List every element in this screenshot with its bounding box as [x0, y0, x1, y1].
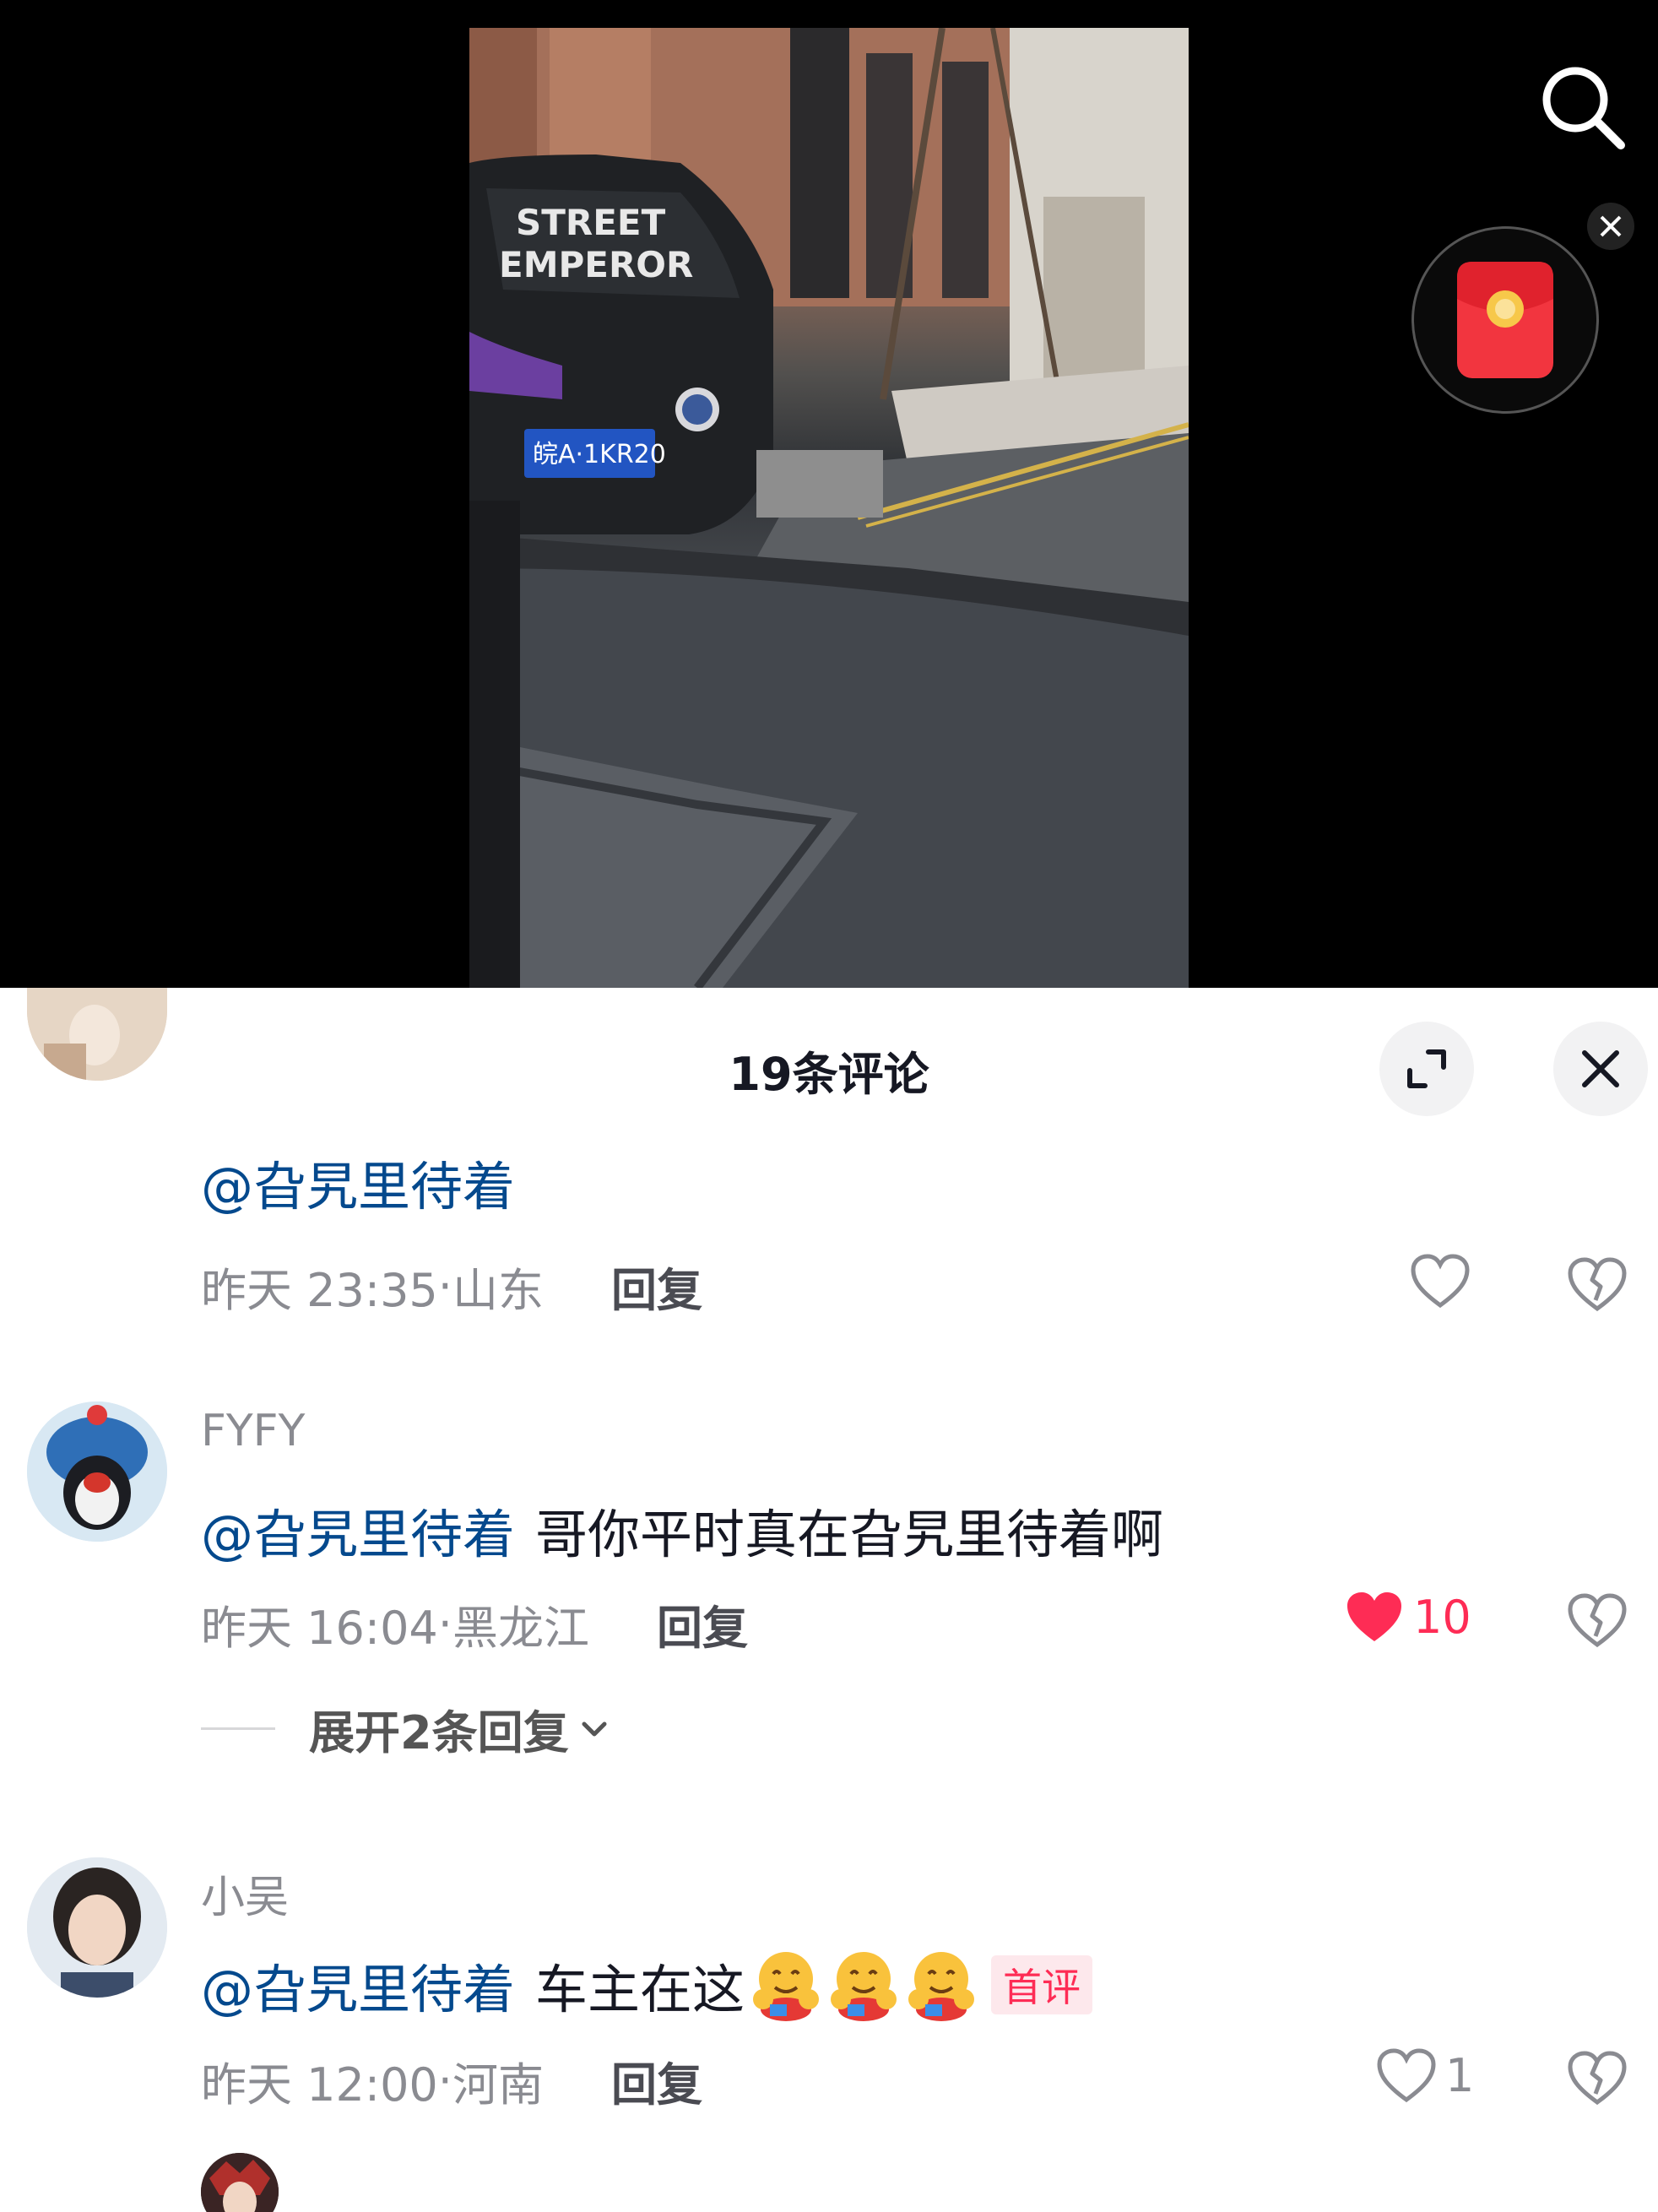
mention-link[interactable]: @旮旯里待着: [201, 1947, 515, 2023]
close-icon: [1582, 1050, 1619, 1087]
dislike-button[interactable]: [1567, 2047, 1628, 2107]
close-panel-button[interactable]: [1553, 1022, 1648, 1116]
avatar-image: [27, 1857, 167, 1998]
reply-button[interactable]: 回复: [611, 1253, 702, 1320]
video-frame[interactable]: STREET EMPEROR 皖A·1KR20: [469, 28, 1189, 988]
chevron-down-icon: [582, 1721, 607, 1736]
like-button[interactable]: [1410, 1253, 1479, 1309]
heart-outline-icon: [1377, 2048, 1436, 2103]
dislike-button[interactable]: [1567, 1589, 1628, 1650]
search-button[interactable]: [1536, 61, 1629, 154]
comment-location: 黑龙江: [452, 1602, 589, 1655]
heart-filled-icon: [1347, 1592, 1401, 1641]
comment-location: 山东: [452, 1264, 544, 1317]
like-count: 10: [1413, 1590, 1471, 1644]
comment-text: @旮旯里待着 哥你平时真在旮旯里待着啊: [201, 1492, 1163, 1568]
video-scene: STREET EMPEROR 皖A·1KR20: [469, 28, 1189, 988]
comments-header: 19条评论: [0, 988, 1658, 1148]
broken-heart-icon: [1568, 1257, 1627, 1312]
like-button[interactable]: 1: [1376, 2047, 1474, 2103]
first-comment-badge: 首评: [991, 1955, 1093, 2014]
close-icon: [1600, 215, 1622, 237]
meta-separator: ·: [437, 1597, 452, 1651]
mention-link[interactable]: @旮旯里待着: [201, 1144, 515, 1220]
hug-emoji-icon: [831, 1952, 897, 2021]
expand-icon: [1407, 1049, 1446, 1088]
meta-separator: ·: [437, 2054, 452, 2107]
expand-replies-button[interactable]: 展开2条回复: [201, 1695, 611, 1762]
comments-panel: 19条评论 @旮旯里待着 昨天 23:35 · 山东 回复 FYFY @旮旯里待…: [0, 988, 1658, 2212]
search-icon: [1542, 67, 1625, 149]
avatar[interactable]: [27, 1857, 167, 1998]
video-player[interactable]: STREET EMPEROR 皖A·1KR20: [0, 0, 1658, 988]
hug-emoji-icon: [908, 1952, 975, 2021]
expand-replies-label: 展开2条回复: [309, 1706, 569, 1759]
comment-meta: 昨天 23:35 · 山东 回复: [201, 1253, 702, 1320]
close-redpacket-button[interactable]: [1587, 203, 1634, 250]
comment-username[interactable]: FYFY: [201, 1406, 305, 1456]
avatar-image: [201, 2153, 279, 2212]
red-packet-icon: [1457, 262, 1553, 378]
license-plate: 皖A·1KR20: [533, 440, 666, 469]
broken-heart-icon: [1568, 2051, 1627, 2106]
comment-meta: 昨天 16:04 · 黑龙江 回复: [201, 1591, 748, 1657]
hug-emoji-icon: [753, 1952, 820, 2021]
windshield-text-1: STREET: [516, 202, 666, 243]
avatar[interactable]: [201, 2153, 279, 2212]
reply-button[interactable]: 回复: [657, 1591, 748, 1657]
comment-text: @旮旯里待着 车主在这 首评: [201, 1947, 1093, 2023]
heart-outline-icon: [1411, 1254, 1470, 1309]
comment-time: 昨天 23:35: [201, 1264, 438, 1317]
mention-link[interactable]: @旮旯里待着: [201, 1492, 515, 1568]
windshield-text-2: EMPEROR: [499, 244, 693, 285]
comment-body: 车主在这: [535, 1959, 745, 2020]
broken-heart-icon: [1568, 1593, 1627, 1648]
comment-time: 昨天 16:04: [201, 1602, 438, 1655]
like-button[interactable]: 10: [1344, 1589, 1471, 1645]
comment-location: 河南: [452, 2058, 544, 2112]
comment-username[interactable]: 小吴: [201, 1862, 289, 1925]
avatar[interactable]: [27, 1401, 167, 1542]
comment-text: @旮旯里待着: [201, 1144, 535, 1220]
comment-body: 哥你平时真在旮旯里待着啊: [535, 1504, 1164, 1565]
comment-meta: 昨天 12:00 · 河南 回复: [201, 2047, 702, 2114]
like-count: 1: [1445, 2048, 1475, 2102]
expand-panel-button[interactable]: [1379, 1022, 1474, 1116]
comment-time: 昨天 12:00: [201, 2058, 438, 2112]
reply-button[interactable]: 回复: [611, 2047, 702, 2114]
meta-separator: ·: [437, 1260, 452, 1313]
avatar-image: [27, 1401, 167, 1542]
expand-divider: [201, 1727, 275, 1730]
dislike-button[interactable]: [1567, 1253, 1628, 1314]
red-packet-button[interactable]: [1411, 226, 1599, 414]
